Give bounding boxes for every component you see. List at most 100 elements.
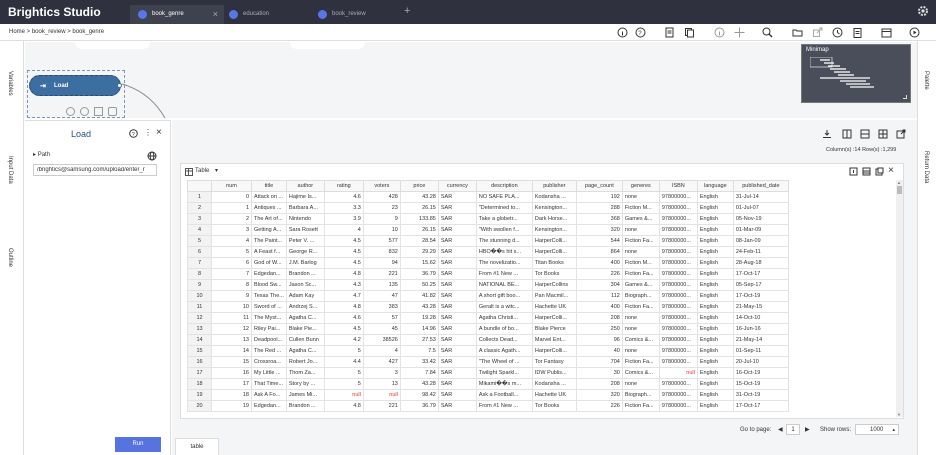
column-header[interactable]: num	[211, 180, 252, 192]
upstream-node[interactable]	[290, 42, 365, 49]
table-row[interactable]: 18 17 That Time... Story by ... 5 13 43.28 SAR M…	[187, 378, 789, 390]
column-header[interactable]: published_date	[732, 180, 789, 192]
download-icon[interactable]	[822, 129, 832, 139]
return-data-tab[interactable]: Return Data	[923, 151, 929, 183]
table-row[interactable]: 3 2 The Art of... Nintendo 3.9 9 133.85 SAR Take…	[187, 213, 789, 225]
grid-layout-icon[interactable]	[878, 129, 888, 139]
table-row[interactable]: 20 19 Edgedan... Brandon ... 4.8 221 36.79 SAR F…	[187, 400, 789, 412]
copy-icon[interactable]	[94, 107, 103, 116]
zoom-icon[interactable]	[762, 27, 773, 38]
resize-handle[interactable]	[903, 95, 907, 99]
table-row[interactable]: 19 18 Ask A Fo... James Mi... null null 98.42 S…	[187, 389, 789, 401]
calendar-icon[interactable]	[881, 27, 892, 38]
chevron-down-icon[interactable]: ▾	[215, 167, 218, 174]
column-header[interactable]: generes	[621, 180, 660, 192]
input-data-tab[interactable]: Input Data	[7, 156, 13, 184]
table-row[interactable]: 15 14 The Red ... Agatha C... 5 4 7.5 SAR A clas…	[187, 345, 789, 357]
document-icon[interactable]	[664, 27, 675, 38]
export-icon[interactable]	[812, 27, 823, 38]
path-input[interactable]	[33, 164, 157, 176]
show-rows-select[interactable]: 1000 ▴	[855, 424, 899, 435]
table-view-icon[interactable]	[862, 167, 871, 176]
scroll-down-icon[interactable]: ▼	[897, 412, 901, 417]
table-row[interactable]: 13 12 Riley Pai... Blake Pie... 4.5 45 14.96 SA…	[187, 323, 789, 335]
column-header[interactable]: publisher	[531, 180, 577, 192]
minimap[interactable]: Minimap	[801, 44, 911, 103]
open-folder-icon[interactable]	[792, 27, 803, 38]
upstream-node[interactable]	[75, 42, 150, 49]
gear-icon[interactable]	[917, 5, 929, 17]
column-header[interactable]: description	[475, 180, 533, 192]
load-node[interactable]: ⇥ Load	[29, 75, 122, 96]
scroll-thumb[interactable]	[897, 186, 902, 194]
split-horizontal-icon[interactable]	[860, 129, 870, 139]
move-icon[interactable]	[734, 27, 745, 38]
table-row[interactable]: 12 11 The Myst... Agatha C... 4.6 57 19.28 SAR A…	[187, 312, 789, 324]
table-row[interactable]: 7 6 God of W... J.M. Barlog 4.5 94 15.62 SAR The…	[187, 257, 789, 269]
expand-icon[interactable]	[896, 129, 906, 139]
column-header[interactable]: language	[696, 180, 734, 192]
tab-book-genre[interactable]: book_genre ×	[130, 5, 224, 24]
clipboard-icon[interactable]	[852, 27, 863, 38]
node-port[interactable]	[117, 83, 122, 88]
maximize-icon[interactable]	[875, 167, 884, 176]
column-header[interactable]: page_count	[575, 180, 623, 192]
info-icon[interactable]	[108, 107, 117, 116]
table-row[interactable]: 8 7 Edgedan... Brandon ... 4.8 221 36.79 SAR Fro…	[187, 268, 789, 280]
column-header[interactable]: rating	[323, 180, 364, 192]
close-icon[interactable]: ×	[156, 127, 162, 138]
table-selector-label[interactable]: Table	[195, 168, 209, 174]
column-header[interactable]: ISBN	[658, 180, 698, 192]
help-icon[interactable]: ?	[129, 129, 138, 138]
info-icon[interactable]	[617, 27, 628, 38]
play-circle-icon[interactable]	[909, 27, 920, 38]
copy-icon[interactable]	[684, 27, 695, 38]
close-icon[interactable]: ×	[213, 9, 218, 19]
table-row[interactable]: 4 3 Getting A... Sara Rosett 4 10 26.15 SAR "Wit…	[187, 224, 789, 236]
data-grid[interactable]: num title author rating voters price currency d…	[187, 180, 905, 417]
table-cell: none	[621, 312, 660, 324]
table-row[interactable]: 11 10 Sword of ... Andrzej S... 4.8 383 43.28 S…	[187, 301, 789, 313]
workflow-canvas[interactable]	[25, 42, 918, 119]
column-header[interactable]: author	[285, 180, 325, 192]
outline-tab[interactable]: Outline	[7, 248, 13, 267]
column-header[interactable]: voters	[362, 180, 401, 192]
table-row[interactable]: 16 15 Crossroa... Robert Jo... 4.4 427 33.42 SA…	[187, 356, 789, 368]
table-row[interactable]: 9 8 Blood Sw... Jason Sc... 4.3 135 50.25 SAR NA…	[187, 279, 789, 291]
vertical-scrollbar[interactable]: ▲ ▼	[896, 180, 903, 417]
run-button[interactable]: Run	[115, 437, 161, 452]
remove-icon[interactable]	[66, 107, 75, 116]
run-icon[interactable]	[80, 107, 89, 116]
history-icon[interactable]	[832, 27, 843, 38]
table-row[interactable]: 1 0 Attack on ... Hajime Is... 4.6 428 43.28 SA…	[187, 191, 789, 203]
more-menu-icon[interactable]: ⋮	[144, 128, 152, 137]
variables-tab[interactable]: Variables	[7, 71, 13, 96]
column-header[interactable]	[187, 180, 212, 192]
close-icon[interactable]: ×	[888, 165, 894, 176]
table-row[interactable]: 5 4 The Paint... Peter V. ... 4.5 577 28.54 SAR…	[187, 235, 789, 247]
table-row[interactable]: 10 9 Texas The... Adam Kay 4.7 47 41.82 SAR A sh…	[187, 290, 789, 302]
next-page-icon[interactable]: ▶	[805, 426, 810, 433]
table-row[interactable]: 2 1 Antiques ... Barbara A... 3.3 23 26.15 SAR "…	[187, 202, 789, 214]
column-header[interactable]: currency	[437, 180, 477, 192]
column-header[interactable]: price	[399, 180, 439, 192]
result-tab-table[interactable]: table	[175, 438, 219, 455]
info-circle-icon[interactable]	[714, 27, 725, 38]
prev-page-icon[interactable]: ◀	[778, 426, 783, 433]
tab-book-review[interactable]: book_review	[310, 5, 400, 24]
scroll-up-icon[interactable]: ▲	[897, 180, 901, 185]
add-tab-icon[interactable]: +	[404, 5, 410, 17]
table-cell: 5	[323, 378, 364, 390]
column-header[interactable]: title	[251, 180, 287, 192]
split-vertical-icon[interactable]	[842, 129, 852, 139]
palette-tab[interactable]: Palette	[923, 71, 929, 90]
add-chart-icon[interactable]	[849, 167, 858, 176]
globe-icon[interactable]	[147, 151, 157, 161]
table-row[interactable]: 65A Feast f... George R... 4.5 832 29.29 SAR H…	[187, 246, 789, 258]
help-icon[interactable]: ?	[635, 27, 646, 38]
page-input[interactable]: 1	[786, 424, 800, 435]
table-cell: Tor Books	[531, 400, 577, 412]
table-row[interactable]: 17 16 My Little ... Thom Za... 5 3 7.84 SAR Twil…	[187, 367, 789, 379]
tab-education[interactable]: education	[221, 5, 311, 24]
table-row[interactable]: 14 13 Deadpool... Cullen Bunn 4.2 38526 27.53 S…	[187, 334, 789, 346]
